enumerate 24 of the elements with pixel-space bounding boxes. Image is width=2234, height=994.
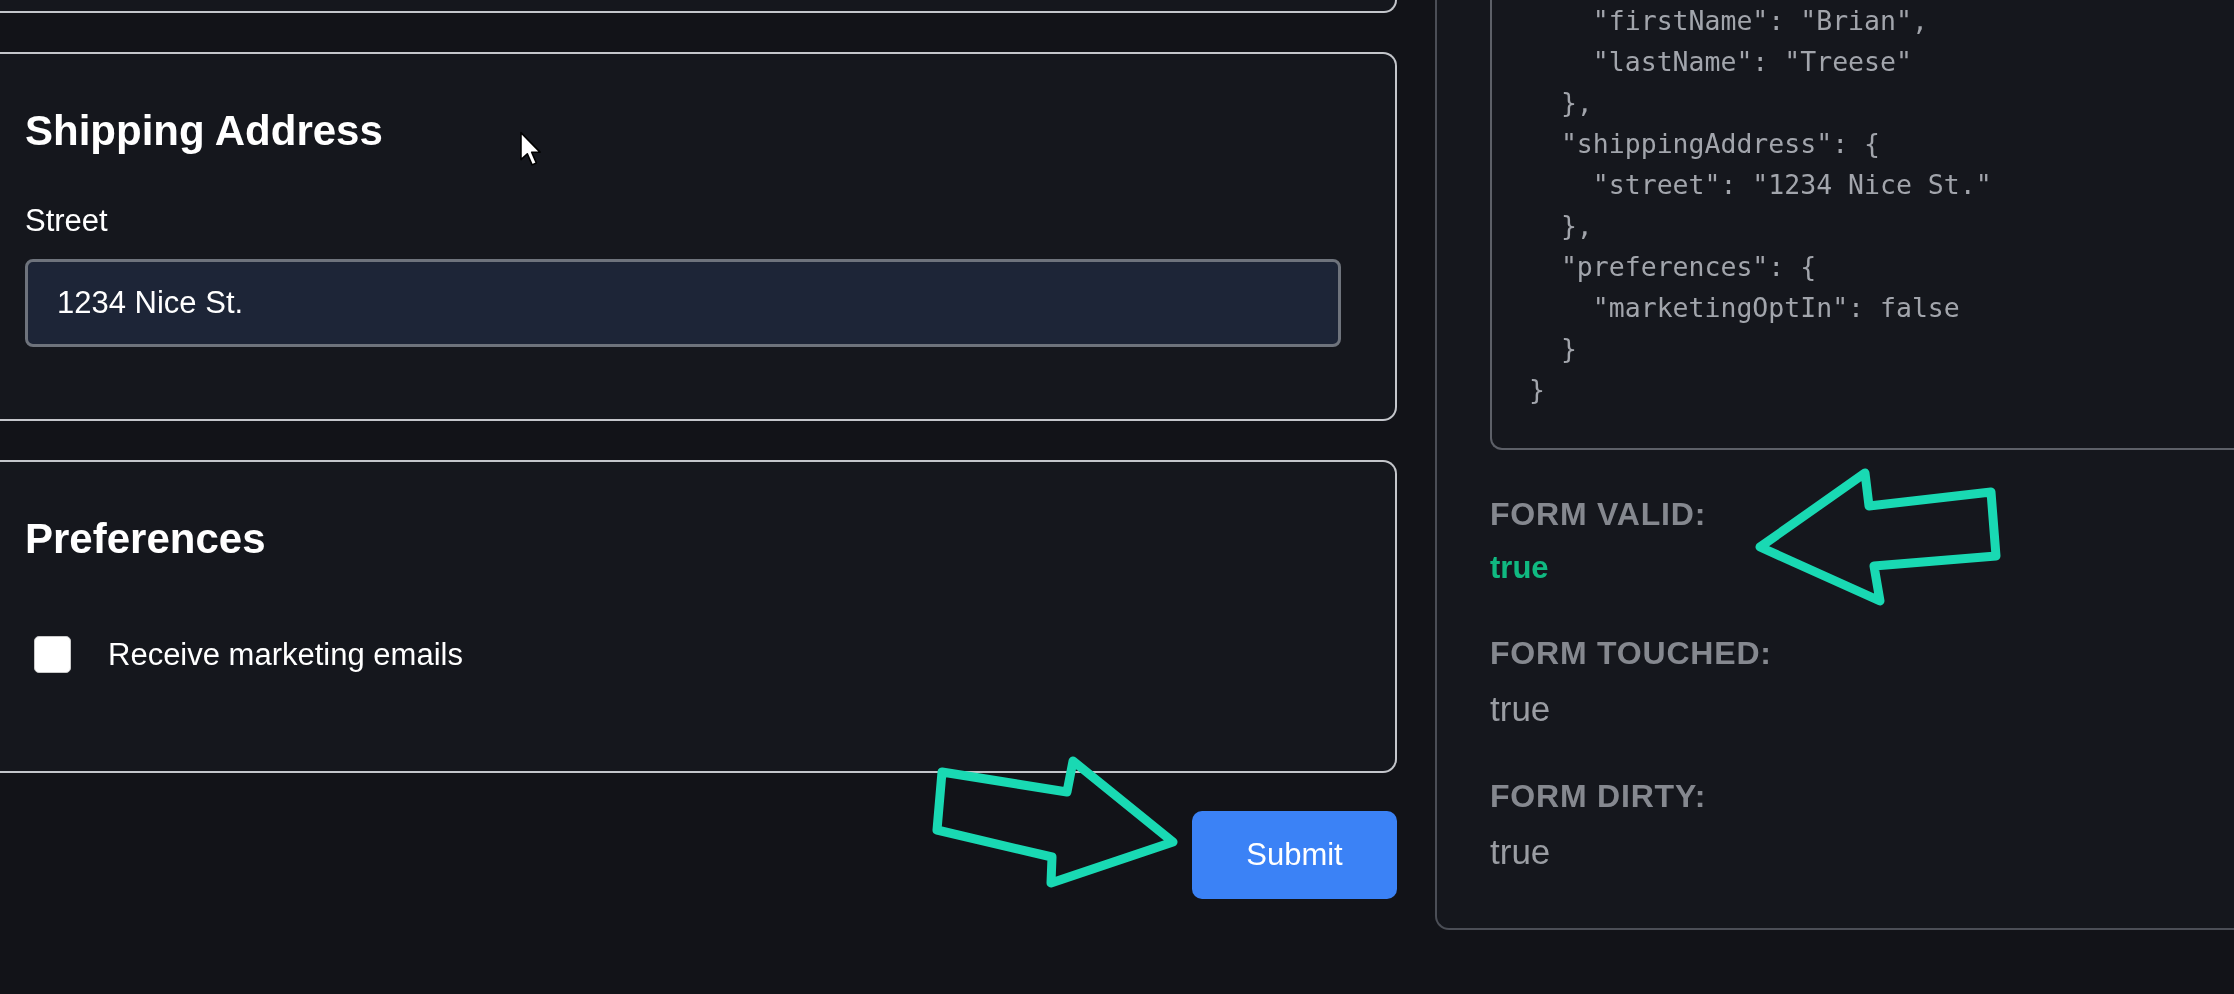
code-line: } [1529, 373, 1545, 407]
checkbox[interactable] [34, 636, 71, 673]
submit-button[interactable]: Submit [1192, 811, 1397, 899]
text-input[interactable]: 1234 Nice St. [25, 259, 1341, 347]
field-label: Street [25, 203, 108, 239]
code-line: "street": "1234 Nice St." [1591, 168, 1992, 202]
code-line: "marketingOptIn": false [1591, 291, 1960, 325]
stat-label: FORM VALID: [1490, 495, 1707, 533]
code-line: "shippingAddress": { [1559, 127, 1880, 161]
stat-value: true [1490, 689, 1551, 729]
stat-value: true [1490, 550, 1549, 586]
stat-label: FORM DIRTY: [1490, 777, 1707, 815]
code-line: }, [1559, 209, 1593, 243]
section-heading: Shipping Address [25, 106, 383, 156]
code-line: "firstName": "Brian", [1591, 4, 1928, 38]
checkbox-label: Receive marketing emails [108, 636, 463, 673]
stat-label: FORM TOUCHED: [1490, 634, 1772, 672]
code-line: "lastName": "Treese" [1591, 45, 1912, 79]
code-line: "preferences": { [1559, 250, 1817, 284]
section-heading: Preferences [25, 514, 266, 564]
code-line: } [1559, 332, 1577, 366]
stat-value: true [1490, 832, 1551, 872]
code-line: }, [1559, 86, 1593, 120]
cursor-icon [519, 131, 542, 167]
